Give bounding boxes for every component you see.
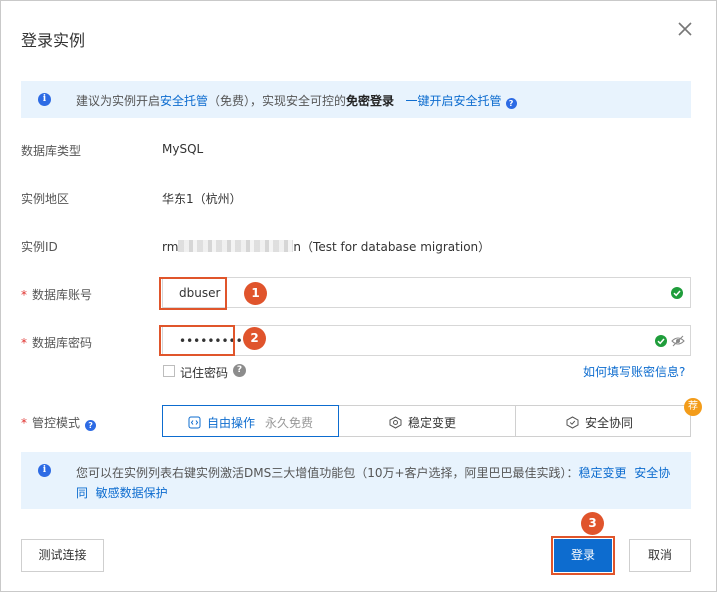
control-mode-label: * 管控模式? bbox=[21, 414, 97, 431]
tip-text: 建议为实例开启 bbox=[76, 94, 161, 108]
region-value: 华东1（杭州） bbox=[162, 192, 242, 206]
mode-secure-collaboration[interactable]: 安全协同 bbox=[515, 405, 691, 437]
login-button[interactable]: 登录 bbox=[554, 539, 612, 572]
cancel-button[interactable]: 取消 bbox=[629, 539, 691, 572]
help-icon[interactable]: ? bbox=[85, 420, 97, 431]
help-icon[interactable]: ? bbox=[233, 364, 246, 377]
help-icon[interactable]: ? bbox=[505, 98, 517, 109]
instance-id-label: 实例ID bbox=[21, 240, 58, 254]
account-input[interactable]: dbuser bbox=[162, 277, 691, 308]
step-marker-2: 2 bbox=[243, 327, 266, 350]
sensitive-data-protection-link[interactable]: 敏感数据保护 bbox=[96, 486, 168, 500]
dialog-title: 登录实例 bbox=[21, 31, 86, 50]
mode-free-operation[interactable]: 自由操作 永久免费 bbox=[162, 405, 339, 437]
valid-check-icon bbox=[671, 287, 683, 299]
db-type-value: MySQL bbox=[162, 142, 204, 156]
instance-id-value: rm n（Test for database migration） bbox=[162, 238, 490, 255]
mode-stable-change[interactable]: 稳定变更 bbox=[338, 405, 516, 437]
info-icon: i bbox=[38, 93, 51, 106]
db-type-label: 数据库类型 bbox=[21, 144, 82, 158]
instance-id-prefix: rm bbox=[162, 240, 179, 254]
instance-id-suffix: n（Test for database migration） bbox=[293, 240, 491, 254]
security-hosting-link[interactable]: 安全托管 bbox=[160, 94, 208, 108]
dms-features-tip: i 您可以在实例列表右键实例激活DMS三大增值功能包（10万+客户选择，阿里巴巴… bbox=[21, 452, 691, 509]
managed-security-tip: i 建议为实例开启安全托管（免费），实现安全可控的免密登录 一键开启安全托管? bbox=[21, 81, 691, 118]
how-to-fill-link[interactable]: 如何填写账密信息? bbox=[583, 363, 685, 380]
region-label: 实例地区 bbox=[21, 192, 70, 206]
stable-change-link[interactable]: 稳定变更 bbox=[579, 466, 627, 480]
redacted-id bbox=[178, 240, 294, 252]
close-icon[interactable] bbox=[675, 19, 695, 39]
shield-icon bbox=[566, 416, 579, 429]
password-input[interactable]: ••••••••••• bbox=[162, 325, 691, 356]
tip-text: 您可以在实例列表右键实例激活DMS三大增值功能包（10万+客户选择，阿里巴巴最佳… bbox=[76, 466, 579, 480]
password-label: * 数据库密码 bbox=[21, 336, 93, 350]
step-marker-1: 1 bbox=[244, 282, 267, 305]
test-connection-button[interactable]: 测试连接 bbox=[21, 539, 104, 572]
account-value: dbuser bbox=[179, 286, 221, 300]
hide-password-icon[interactable] bbox=[671, 335, 685, 347]
step-marker-3: 3 bbox=[581, 512, 604, 535]
enable-security-hosting-link[interactable]: 一键开启安全托管 bbox=[406, 94, 502, 108]
valid-check-icon bbox=[655, 335, 667, 347]
info-icon: i bbox=[38, 464, 51, 477]
shield-gear-icon bbox=[389, 416, 402, 429]
login-instance-dialog: 登录实例 i 建议为实例开启安全托管（免费），实现安全可控的免密登录 一键开启安… bbox=[0, 0, 717, 592]
account-label: * 数据库账号 bbox=[21, 288, 93, 302]
passwordless-login-text: 免密登录 bbox=[346, 94, 395, 108]
tip-text: （免费），实现安全可控的 bbox=[208, 94, 347, 108]
recommend-badge: 荐 bbox=[684, 398, 702, 416]
remember-password-checkbox[interactable] bbox=[163, 365, 175, 377]
remember-password-label: 记住密码 bbox=[180, 366, 229, 380]
code-icon bbox=[188, 416, 201, 429]
